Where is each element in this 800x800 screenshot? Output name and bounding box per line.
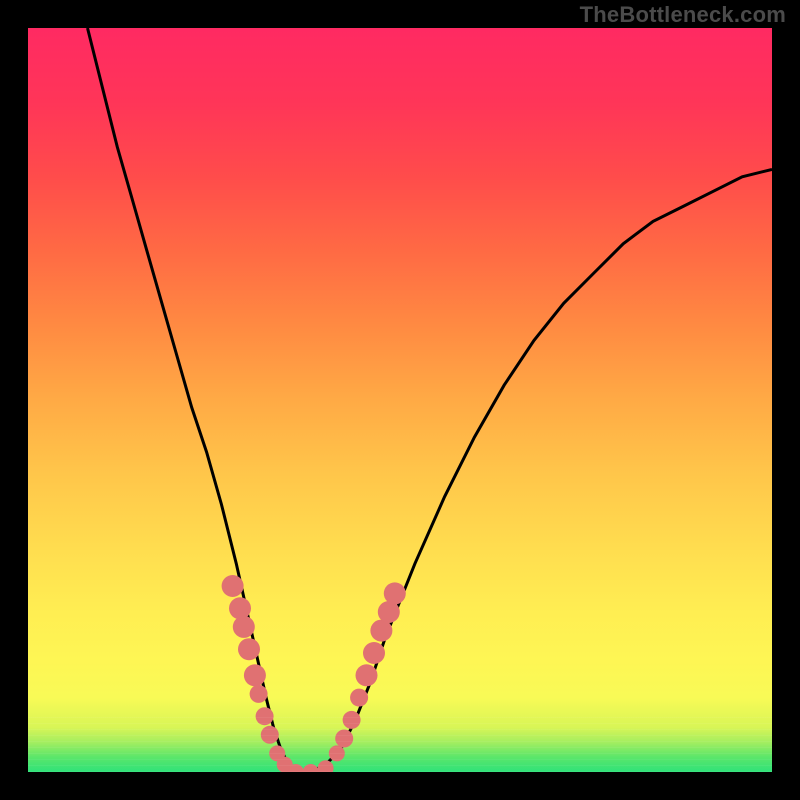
curve-marker <box>318 760 334 772</box>
curve-marker <box>356 664 378 686</box>
marker-group <box>222 575 406 772</box>
plot-area <box>28 28 772 772</box>
curve-marker <box>250 685 268 703</box>
bottleneck-curve <box>88 28 773 772</box>
curve-marker <box>350 689 368 707</box>
curve-marker <box>229 597 251 619</box>
curve-marker <box>329 745 345 761</box>
watermark-text: TheBottleneck.com <box>580 2 786 28</box>
curve-marker <box>222 575 244 597</box>
curve-marker <box>244 664 266 686</box>
curve-marker <box>335 730 353 748</box>
curve-marker <box>238 638 260 660</box>
curve-marker <box>343 711 361 729</box>
chart-frame: TheBottleneck.com <box>0 0 800 800</box>
curve-marker <box>261 726 279 744</box>
curve-marker <box>384 582 406 604</box>
curve-marker <box>378 601 400 623</box>
curve-marker <box>363 642 385 664</box>
curve-marker <box>303 764 319 772</box>
curve-marker <box>233 616 255 638</box>
chart-svg <box>28 28 772 772</box>
curve-marker <box>256 707 274 725</box>
